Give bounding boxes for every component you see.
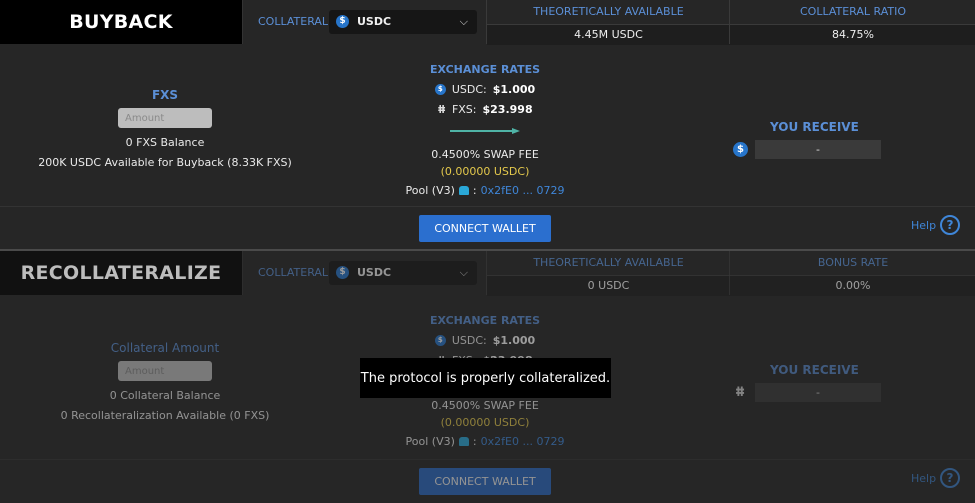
pool-address-link[interactable]: 0x2fE0 ... 0729 — [481, 184, 565, 197]
exchange-column: EXCHANGE RATES $ USDC: $1.000 ⵌ FXS: $23… — [385, 63, 585, 197]
stat-collateral-ratio: COLLATERAL RATIO 84.75% — [729, 0, 975, 45]
pool-icon — [458, 186, 469, 195]
help-icon[interactable]: ? — [940, 215, 960, 235]
chevron-down-icon: ⌵ — [459, 266, 468, 279]
connect-wallet-button[interactable]: CONNECT WALLET — [419, 215, 551, 242]
swap-fee: 0.4500% SWAP FEE — [431, 399, 539, 412]
available-text: 200K USDC Available for Buyback (8.33K F… — [38, 156, 292, 169]
stat-theoretically-available: THEORETICALLY AVAILABLE 4.45M USDC — [486, 0, 730, 45]
pool-info: Pool (V3) : 0x2fE0 ... 0729 — [385, 184, 585, 197]
pool-separator: : — [472, 435, 477, 448]
help-link[interactable]: Help — [911, 472, 936, 485]
stat-value: 0.00% — [730, 276, 975, 296]
usdc-icon: $ — [434, 335, 446, 346]
fxs-icon: ⵌ — [437, 103, 446, 116]
help-link[interactable]: Help — [911, 219, 936, 232]
stat-label: BONUS RATE — [730, 251, 975, 276]
you-receive-title: YOU RECEIVE — [770, 363, 859, 377]
collateral-area: COLLATERAL $ USDC ⌵ — [242, 0, 487, 44]
collateral-select[interactable]: $ USDC ⌵ — [329, 261, 477, 285]
input-column: Collateral Amount 0 Collateral Balance 0… — [30, 341, 300, 422]
amount-input[interactable] — [118, 108, 212, 128]
collateral-label: COLLATERAL — [258, 15, 329, 28]
pool-info: Pool (V3) : 0x2fE0 ... 0729 — [385, 435, 585, 448]
collateral-select[interactable]: $ USDC ⌵ — [329, 10, 477, 34]
fee-amount: (0.00000 USDC) — [440, 165, 530, 178]
connect-wallet-button[interactable]: CONNECT WALLET — [419, 468, 551, 495]
stat-value: 84.75% — [730, 25, 975, 45]
rate-fxs: ⵌ FXS: $23.998 — [385, 103, 585, 116]
rate-usdc: $ USDC: $1.000 — [385, 83, 585, 96]
usdc-icon: $ — [434, 84, 446, 95]
pool-label: Pool (V3) — [405, 184, 455, 197]
buyback-title: BUYBACK — [0, 0, 242, 44]
recollateralize-title: RECOLLATERALIZE — [0, 251, 242, 295]
balance-text: 0 Collateral Balance — [109, 389, 221, 402]
pool-separator: : — [472, 184, 477, 197]
usdc-icon: $ — [336, 15, 349, 28]
buyback-header: BUYBACK COLLATERAL $ USDC ⌵ THEORETICALL… — [0, 0, 975, 45]
recollateralize-header: RECOLLATERALIZE COLLATERAL $ USDC ⌵ THEO… — [0, 251, 975, 296]
rate-value: $23.998 — [482, 103, 533, 116]
rate-token: USDC: — [451, 83, 487, 96]
usdc-icon: $ — [336, 266, 349, 279]
arrow-icon — [450, 128, 520, 134]
balance-text: 0 FXS Balance — [125, 136, 205, 149]
stat-label: COLLATERAL RATIO — [730, 0, 975, 25]
swap-fee: 0.4500% SWAP FEE — [431, 148, 539, 161]
input-column: FXS 0 FXS Balance 200K USDC Available fo… — [30, 88, 300, 169]
pool-icon — [458, 437, 469, 446]
receive-output: - — [755, 383, 881, 402]
pool-address-link[interactable]: 0x2fE0 ... 0729 — [481, 435, 565, 448]
stat-label: THEORETICALLY AVAILABLE — [487, 251, 730, 276]
help-icon[interactable]: ? — [940, 468, 960, 488]
receive-output: - — [755, 140, 881, 159]
you-receive-title: YOU RECEIVE — [770, 120, 859, 134]
exchange-rates-title: EXCHANGE RATES — [429, 314, 541, 327]
collateral-area: COLLATERAL $ USDC ⌵ — [242, 251, 487, 295]
stat-value: 0 USDC — [487, 276, 730, 296]
rate-value: $1.000 — [492, 334, 536, 347]
recollateralize-footer: CONNECT WALLET Help ? — [0, 459, 975, 503]
rate-value: $1.000 — [492, 83, 536, 96]
exchange-rates-title: EXCHANGE RATES — [429, 63, 541, 76]
amount-input[interactable] — [118, 361, 212, 381]
collateral-value: USDC — [357, 15, 392, 28]
buyback-panel: BUYBACK COLLATERAL $ USDC ⌵ THEORETICALL… — [0, 0, 975, 250]
input-token-label: FXS — [151, 88, 179, 102]
rate-token: USDC: — [451, 334, 487, 347]
pool-label: Pool (V3) — [405, 435, 455, 448]
buyback-footer: CONNECT WALLET Help ? — [0, 206, 975, 250]
usdc-icon: $ — [733, 142, 748, 157]
collateral-value: USDC — [357, 266, 392, 279]
fee-amount: (0.00000 USDC) — [440, 416, 530, 429]
rate-token: FXS: — [451, 103, 477, 116]
collateralized-tooltip: The protocol is properly collateralized. — [360, 358, 611, 398]
stat-label: THEORETICALLY AVAILABLE — [487, 0, 730, 25]
stat-theoretically-available: THEORETICALLY AVAILABLE 0 USDC — [486, 251, 730, 296]
chevron-down-icon: ⌵ — [459, 15, 468, 28]
input-token-label: Collateral Amount — [110, 341, 220, 355]
stat-value: 4.45M USDC — [487, 25, 730, 45]
available-text: 0 Recollateralization Available (0 FXS) — [60, 409, 270, 422]
collateral-label: COLLATERAL — [258, 266, 329, 279]
rate-usdc: $ USDC: $1.000 — [385, 334, 585, 347]
stat-bonus-rate: BONUS RATE 0.00% — [729, 251, 975, 296]
fxs-icon: ⵌ — [735, 385, 746, 400]
